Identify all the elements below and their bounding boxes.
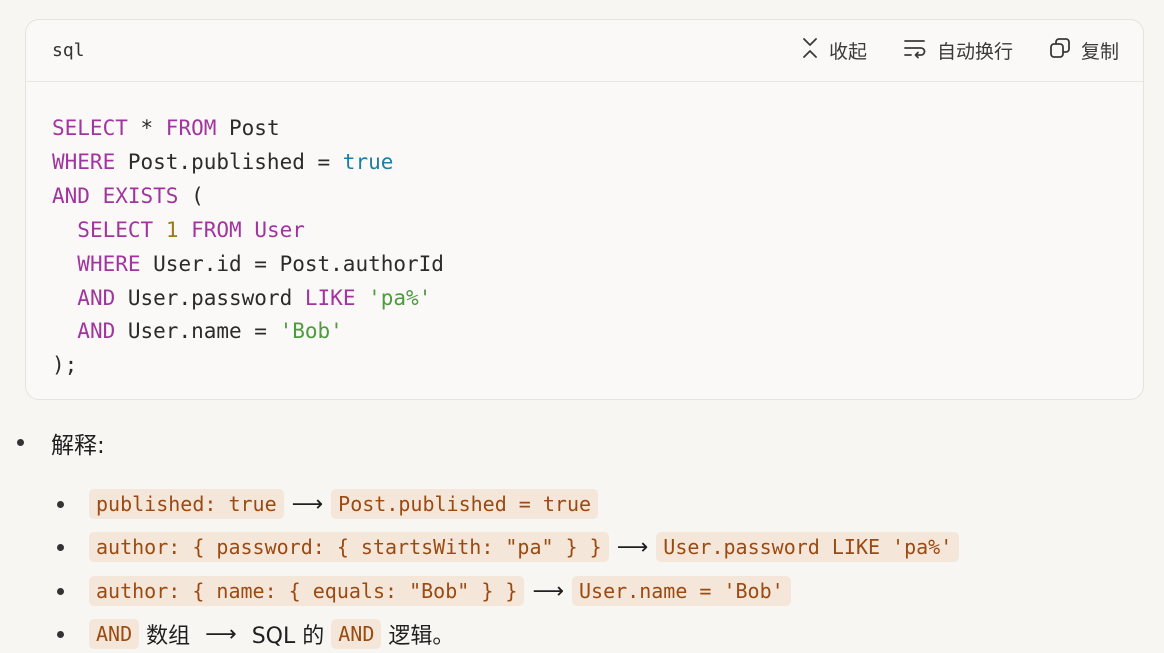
code-language-label: sql — [52, 40, 85, 61]
wrap-button[interactable]: 自动换行 — [903, 37, 1013, 64]
collapse-icon — [801, 37, 829, 64]
inline-code: Post.published = true — [331, 489, 599, 519]
copy-button[interactable]: 复制 — [1049, 37, 1119, 64]
inline-code: published: true — [89, 489, 284, 519]
code-token: User.name = — [115, 319, 280, 344]
code-toolbar: 收起 自动换行 复制 — [765, 37, 1119, 64]
code-content: SELECT * FROM Post WHERE Post.published =… — [26, 82, 1143, 383]
code-line: SELECT 1 FROM User — [52, 214, 1143, 248]
explanation-title: 解释: — [51, 433, 105, 459]
code-token: 1 — [165, 217, 179, 242]
wrap-label: 自动换行 — [936, 41, 1013, 63]
list-item: author: { password: { startsWith: "pa" }… — [57, 532, 960, 562]
code-token: AND — [52, 183, 90, 208]
inline-code: AND — [89, 619, 140, 649]
inline-code: AND — [331, 619, 382, 649]
list-bullet — [57, 588, 64, 595]
code-line: ); — [52, 349, 1143, 383]
list-text: SQL 的 — [251, 624, 325, 649]
collapse-label: 收起 — [828, 41, 867, 63]
code-token: FROM — [191, 217, 242, 242]
copy-label: 复制 — [1080, 41, 1119, 63]
code-token: FROM — [165, 116, 217, 140]
code-line: WHERE Post.published = true — [52, 146, 1143, 180]
code-token: WHERE — [52, 149, 116, 174]
code-token: ); — [52, 353, 78, 378]
code-line: AND EXISTS ( — [52, 180, 1143, 214]
code-token: SELECT — [52, 116, 128, 140]
code-token: SELECT — [77, 217, 154, 242]
code-token: 'Bob' — [279, 319, 343, 344]
code-token: Post — [216, 116, 280, 140]
code-token: User.password — [115, 285, 305, 310]
inline-code: author: { password: { startsWith: "pa" }… — [89, 532, 609, 562]
code-block: sql 收起 自动换行 复制 SELECT * FROM Post WHERE … — [25, 19, 1144, 400]
list-bullet — [57, 501, 64, 508]
inline-code: User.password LIKE 'pa%' — [656, 532, 960, 562]
code-token: EXISTS — [102, 183, 179, 208]
collapse-button[interactable]: 收起 — [801, 37, 867, 64]
list-item: author: { name: { equals: "Bob" } } ⟶ User… — [57, 576, 791, 606]
code-line: WHERE User.id = Post.authorId — [52, 248, 1143, 282]
code-block-header: sql 收起 自动换行 复制 — [26, 20, 1143, 82]
inline-code: author: { name: { equals: "Bob" } } — [89, 576, 525, 606]
list-bullet — [57, 544, 64, 551]
code-token: * — [127, 116, 166, 140]
copy-icon — [1049, 37, 1081, 64]
list-bullet — [17, 439, 24, 446]
code-token: User — [254, 217, 305, 242]
list-text: 逻辑。 — [388, 624, 455, 649]
code-line: SELECT * FROM Post — [52, 112, 1143, 146]
code-line: AND User.password LIKE 'pa%' — [52, 282, 1143, 316]
code-token: ( — [178, 183, 204, 208]
code-token: AND — [77, 285, 116, 310]
list-bullet — [57, 631, 64, 638]
arrow-icon: ⟶ — [616, 534, 649, 560]
list-text: 数组 — [146, 624, 191, 649]
arrow-icon: ⟶ — [532, 578, 564, 604]
code-token: LIKE — [304, 285, 356, 310]
code-token: User.id = Post.authorId — [140, 251, 444, 276]
arrow-icon: ⟶ — [205, 621, 237, 647]
list-item: published: true ⟶ Post.published = true — [57, 489, 599, 519]
code-token: 'pa%' — [368, 285, 432, 310]
code-token: true — [342, 149, 394, 174]
wrap-text-icon — [903, 37, 937, 64]
code-token: WHERE — [77, 251, 141, 276]
arrow-icon: ⟶ — [291, 491, 324, 517]
code-line: AND User.name = 'Bob' — [52, 315, 1143, 349]
inline-code: User.name = 'Bob' — [571, 576, 791, 606]
code-token: Post.published = — [115, 149, 343, 174]
list-item: AND 数组 ⟶ SQL 的 AND 逻辑。 — [57, 619, 461, 649]
code-token: AND — [77, 319, 116, 344]
